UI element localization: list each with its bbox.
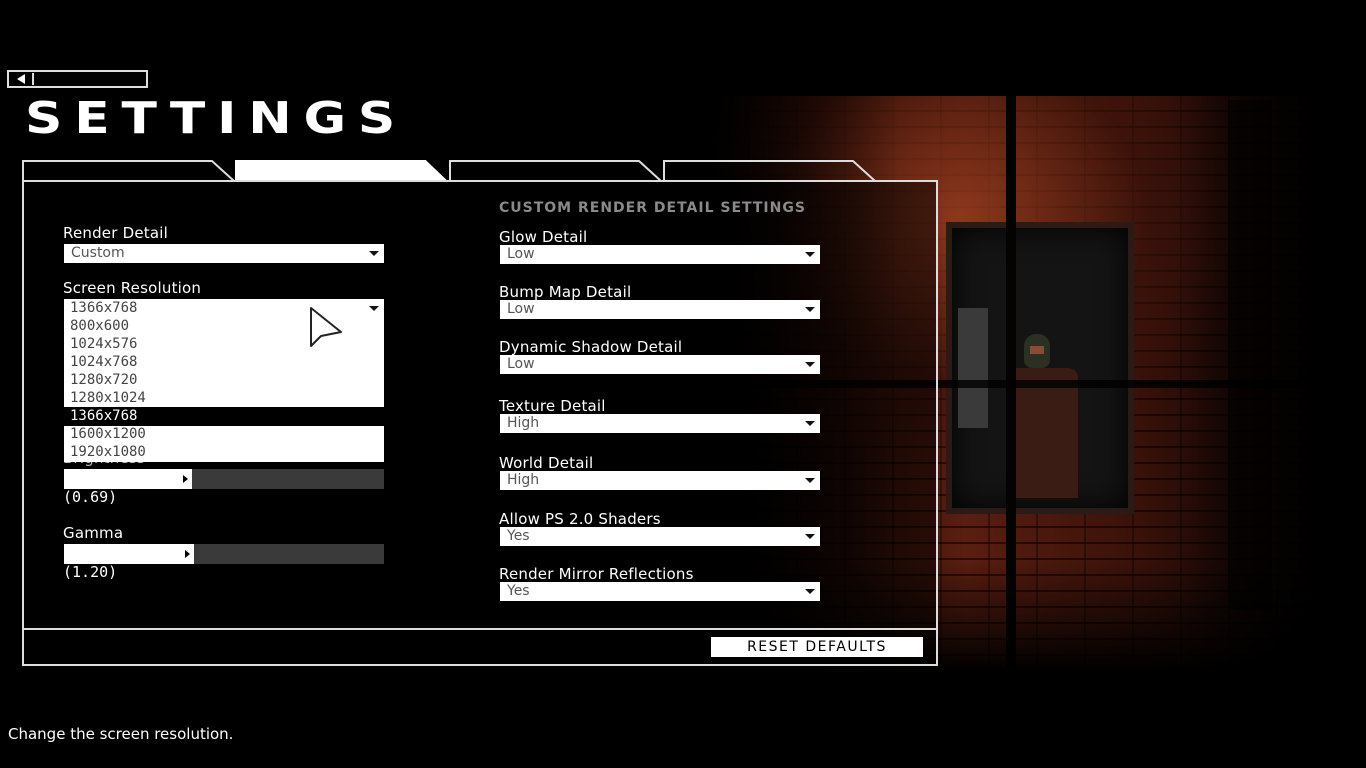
resolution-option[interactable]: 1366x768 <box>64 407 384 425</box>
setting-dropdown[interactable]: High <box>500 414 820 433</box>
chevron-down-icon <box>369 306 379 311</box>
setting-value: Yes <box>507 528 530 544</box>
render-detail-dropdown[interactable]: Custom <box>64 244 384 263</box>
setting-label: Allow PS 2.0 Shaders <box>499 510 661 528</box>
tab-1[interactable] <box>22 160 236 182</box>
chevron-down-icon <box>805 421 815 426</box>
setting-dropdown[interactable]: Yes <box>500 582 820 601</box>
resolution-option[interactable]: 1280x720 <box>64 371 384 389</box>
setting-label: Glow Detail <box>499 228 588 246</box>
setting-label: Bump Map Detail <box>499 283 632 301</box>
background-figure-face <box>1030 346 1044 354</box>
setting-dropdown[interactable]: High <box>500 471 820 490</box>
brightness-slider-handle[interactable] <box>183 475 188 483</box>
reset-defaults-button[interactable]: RESET DEFAULTS <box>711 637 923 657</box>
resolution-option[interactable]: 1280x1024 <box>64 389 384 407</box>
chevron-down-icon <box>805 307 815 312</box>
resolution-option[interactable]: 1920x1080 <box>64 443 384 461</box>
back-arrow-icon <box>10 73 34 85</box>
brightness-value: (0.69) <box>63 488 118 506</box>
setting-label: Texture Detail <box>499 397 606 415</box>
gamma-label: Gamma <box>63 524 124 542</box>
setting-dropdown[interactable]: Low <box>500 300 820 319</box>
setting-value: Low <box>507 356 535 372</box>
brightness-slider-fill <box>64 469 192 489</box>
setting-dropdown[interactable]: Low <box>500 245 820 264</box>
chevron-down-icon <box>805 534 815 539</box>
setting-value: High <box>507 472 540 488</box>
help-text: Change the screen resolution. <box>8 725 234 743</box>
resolution-option[interactable]: 1600x1200 <box>64 425 384 443</box>
page-title: SETTINGS <box>25 93 408 144</box>
setting-label: Dynamic Shadow Detail <box>499 338 683 356</box>
setting-value: High <box>507 415 540 431</box>
tab-2[interactable] <box>235 160 449 182</box>
mouse-cursor-icon <box>310 307 342 347</box>
background-door <box>958 308 988 428</box>
chevron-down-icon <box>805 589 815 594</box>
setting-dropdown[interactable]: Yes <box>500 527 820 546</box>
setting-value: Yes <box>507 583 530 599</box>
background-window <box>946 222 1134 514</box>
back-button[interactable] <box>7 70 148 88</box>
gamma-slider[interactable] <box>64 544 384 564</box>
render-detail-label: Render Detail <box>63 224 168 242</box>
brightness-slider[interactable] <box>64 469 384 489</box>
gamma-slider-handle[interactable] <box>185 550 190 558</box>
chevron-down-icon <box>805 362 815 367</box>
render-detail-value: Custom <box>71 245 125 261</box>
setting-value: Low <box>507 246 535 262</box>
gamma-value: (1.20) <box>63 563 118 581</box>
setting-label: World Detail <box>499 454 594 472</box>
tab-4[interactable] <box>663 160 877 182</box>
setting-dropdown[interactable]: Low <box>500 355 820 374</box>
setting-label: Render Mirror Reflections <box>499 565 694 583</box>
screen-resolution-label: Screen Resolution <box>63 279 202 297</box>
gamma-slider-fill <box>64 544 194 564</box>
resolution-option[interactable]: 1024x768 <box>64 353 384 371</box>
section-heading: CUSTOM RENDER DETAIL SETTINGS <box>499 200 806 216</box>
tab-3[interactable] <box>449 160 663 182</box>
chevron-down-icon <box>805 478 815 483</box>
chevron-down-icon <box>369 251 379 256</box>
setting-value: Low <box>507 301 535 317</box>
chevron-down-icon <box>805 252 815 257</box>
tab-bar <box>22 160 942 182</box>
